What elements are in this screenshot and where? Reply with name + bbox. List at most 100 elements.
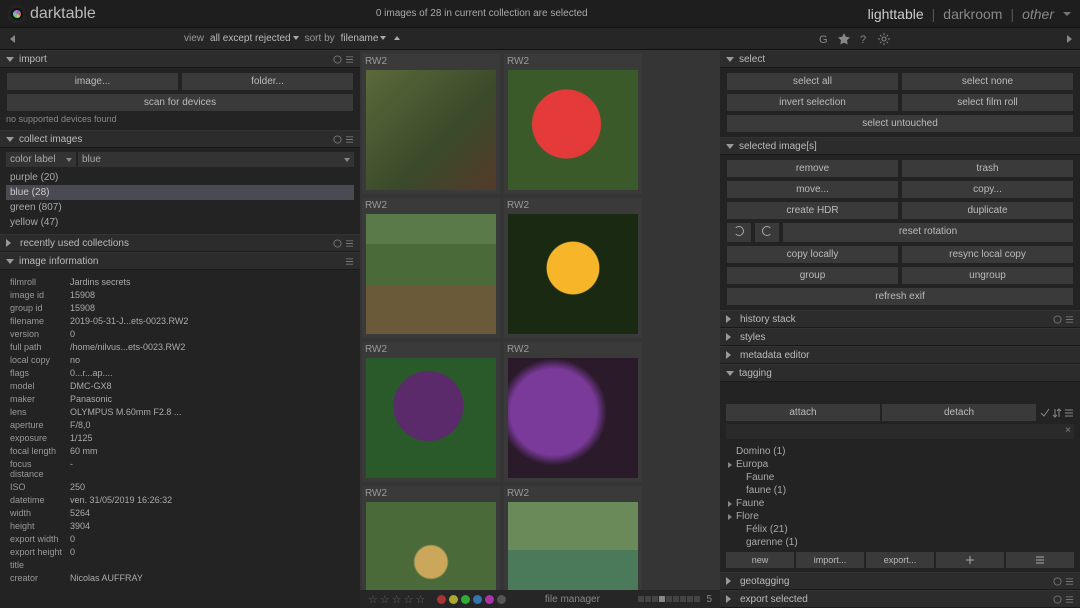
preset-icon[interactable] <box>345 55 354 64</box>
resync-local-button[interactable]: resync local copy <box>901 245 1074 264</box>
tag-tree-item[interactable]: Faune <box>728 497 1074 510</box>
star-icon[interactable]: ☆ <box>368 593 378 606</box>
reset-rotation-button[interactable]: reset rotation <box>782 222 1074 243</box>
color-dot-green[interactable] <box>461 595 470 604</box>
import-image-button[interactable]: image... <box>6 72 179 91</box>
star-icon[interactable]: ☆ <box>392 593 402 606</box>
section-export-selected[interactable]: export selected <box>720 590 1080 608</box>
rotate-cw-button[interactable] <box>754 222 780 243</box>
new-tag-button[interactable]: new <box>726 552 794 568</box>
copy-locally-button[interactable]: copy locally <box>726 245 899 264</box>
reset-icon[interactable] <box>333 239 342 248</box>
tag-search-input[interactable] <box>726 424 1074 439</box>
tag-check-icon[interactable] <box>1040 408 1050 418</box>
ungroup-button[interactable]: ungroup <box>901 266 1074 285</box>
layout-mode-label[interactable]: file manager <box>545 594 600 605</box>
thumbnail[interactable]: RW2 <box>504 54 642 194</box>
clear-search-icon[interactable]: × <box>1065 425 1071 436</box>
import-tags-button[interactable]: import... <box>796 552 864 568</box>
color-dot-blue[interactable] <box>473 595 482 604</box>
section-collect[interactable]: collect images <box>0 130 360 148</box>
preset-icon[interactable] <box>1065 577 1074 586</box>
collect-filter-item[interactable]: yellow (47) <box>6 215 354 230</box>
section-import[interactable]: import <box>0 50 360 68</box>
thumbnail-scroll[interactable]: RW2RW2RW2RW2RW2RW2RW2RW2RW2RW2RW2RW2RW2R… <box>360 50 720 590</box>
collapse-left-icon[interactable] <box>10 35 15 43</box>
preset-icon[interactable] <box>345 239 354 248</box>
section-select[interactable]: select <box>720 50 1080 68</box>
color-dot-purple[interactable] <box>485 595 494 604</box>
copy-button[interactable]: copy... <box>901 180 1074 199</box>
reset-icon[interactable] <box>333 55 342 64</box>
tree-expand-icon[interactable] <box>728 501 732 507</box>
select-untouched-button[interactable]: select untouched <box>726 114 1074 133</box>
thumbnail[interactable]: RW2 <box>362 54 500 194</box>
sort-field-dropdown[interactable]: filename <box>341 33 387 44</box>
tag-tree-item[interactable]: Domino (1) <box>728 445 1074 458</box>
overlay-letter-icon[interactable]: G <box>818 33 830 45</box>
collapse-right-icon[interactable] <box>1067 35 1072 43</box>
tag-tree-item[interactable]: Flore <box>728 510 1074 523</box>
section-metadata-editor[interactable]: metadata editor <box>720 346 1080 364</box>
create-hdr-button[interactable]: create HDR <box>726 201 899 220</box>
color-dot-red[interactable] <box>437 595 446 604</box>
add-tag-button[interactable] <box>936 552 1004 568</box>
tree-expand-icon[interactable] <box>728 514 732 520</box>
section-geotagging[interactable]: geotagging <box>720 572 1080 590</box>
tag-sort-icon[interactable] <box>1052 408 1062 418</box>
trash-button[interactable]: trash <box>901 159 1074 178</box>
thumbnail[interactable]: RW2 <box>362 486 500 590</box>
section-recently-used[interactable]: recently used collections <box>0 234 360 252</box>
tag-menu-button[interactable] <box>1006 552 1074 568</box>
section-tagging[interactable]: tagging <box>720 364 1080 382</box>
tag-tree-item[interactable]: Europa <box>728 458 1074 471</box>
star-overlay-icon[interactable] <box>838 33 850 45</box>
section-history-stack[interactable]: history stack <box>720 310 1080 328</box>
remove-button[interactable]: remove <box>726 159 899 178</box>
view-filter-dropdown[interactable]: all except rejected <box>210 33 299 44</box>
collect-field-dropdown[interactable]: color label <box>6 152 76 167</box>
collect-filter-item[interactable]: blue (28) <box>6 185 354 200</box>
tab-other[interactable]: other <box>1022 6 1054 22</box>
tag-tree-item[interactable]: garenne (1) <box>728 536 1074 549</box>
attach-tag-button[interactable]: attach <box>726 404 880 421</box>
reset-icon[interactable] <box>1053 315 1062 324</box>
detach-tag-button[interactable]: detach <box>882 404 1036 421</box>
tag-tree-item[interactable]: Faune <box>728 471 1074 484</box>
tab-lighttable[interactable]: lighttable <box>868 6 924 22</box>
select-filmroll-button[interactable]: select film roll <box>901 93 1074 112</box>
preset-icon[interactable] <box>345 257 354 266</box>
select-all-button[interactable]: select all <box>726 72 899 91</box>
rotate-ccw-button[interactable] <box>726 222 752 243</box>
export-tags-button[interactable]: export... <box>866 552 934 568</box>
section-styles[interactable]: styles <box>720 328 1080 346</box>
reset-icon[interactable] <box>1053 595 1062 604</box>
group-button[interactable]: group <box>726 266 899 285</box>
reset-icon[interactable] <box>1053 577 1062 586</box>
star-icon[interactable]: ☆ <box>404 593 414 606</box>
refresh-exif-button[interactable]: refresh exif <box>726 287 1074 306</box>
zoom-slider[interactable] <box>638 596 700 602</box>
section-image-information[interactable]: image information <box>0 252 360 270</box>
star-icon[interactable]: ☆ <box>416 593 426 606</box>
section-selected-images[interactable]: selected image[s] <box>720 137 1080 155</box>
help-icon[interactable]: ? <box>858 33 870 45</box>
thumbnail[interactable]: RW2 <box>362 198 500 338</box>
collect-filter-item[interactable]: purple (20) <box>6 170 354 185</box>
tag-tree-item[interactable]: faune (1) <box>728 484 1074 497</box>
color-dot-yellow[interactable] <box>449 595 458 604</box>
tag-tree-icon[interactable] <box>1064 408 1074 418</box>
tag-tree-item[interactable]: Félix (21) <box>728 523 1074 536</box>
preset-icon[interactable] <box>1065 315 1074 324</box>
select-none-button[interactable]: select none <box>901 72 1074 91</box>
scan-devices-button[interactable]: scan for devices <box>6 93 354 112</box>
tab-darkroom[interactable]: darkroom <box>943 6 1002 22</box>
tree-expand-icon[interactable] <box>728 462 732 468</box>
collect-value-dropdown[interactable]: blue <box>78 152 354 167</box>
sort-order-toggle[interactable] <box>392 33 400 44</box>
import-folder-button[interactable]: folder... <box>181 72 354 91</box>
color-dot-grey[interactable] <box>497 595 506 604</box>
thumbnail[interactable]: RW2 <box>504 342 642 482</box>
thumbnail[interactable]: RW2 <box>362 342 500 482</box>
star-icon[interactable]: ☆ <box>380 593 390 606</box>
